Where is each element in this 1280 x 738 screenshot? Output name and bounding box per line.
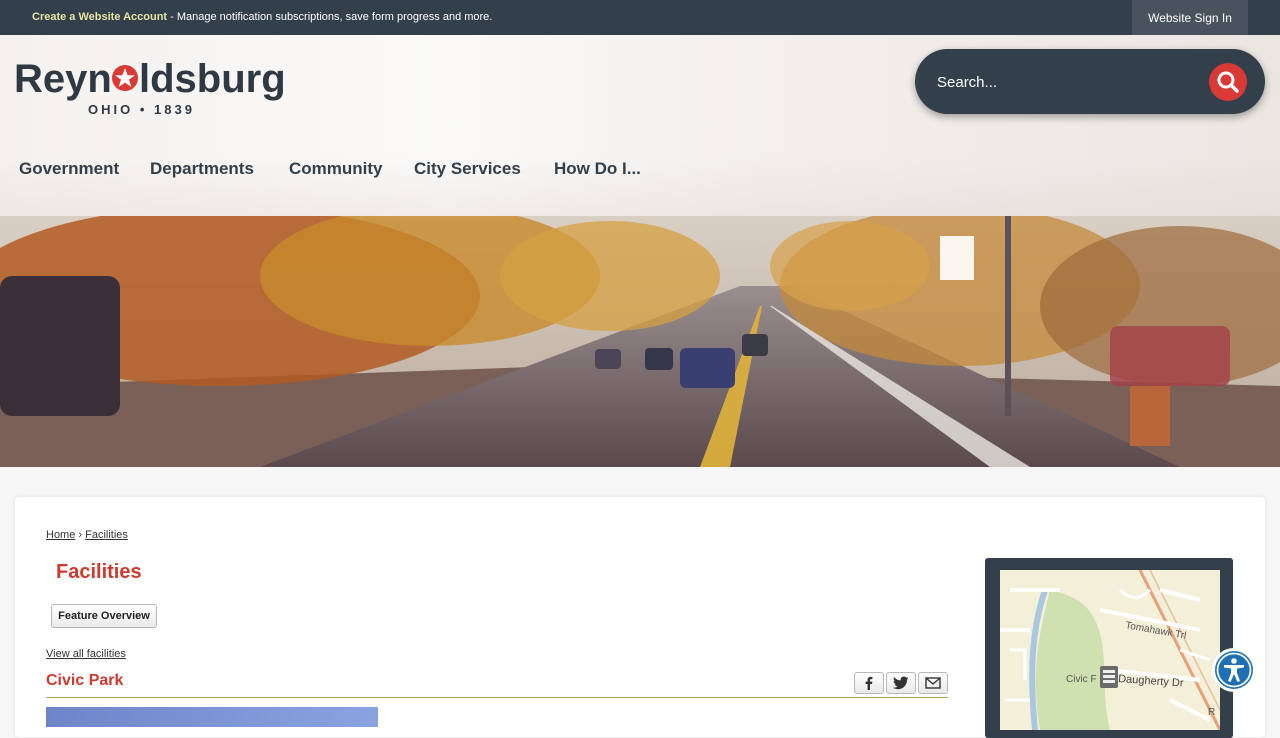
- top-utility-bar: Create a Website Account - Manage notifi…: [0, 0, 1280, 35]
- accessibility-button[interactable]: [1212, 648, 1256, 692]
- account-message: Create a Website Account - Manage notifi…: [32, 11, 492, 23]
- nav-city-services[interactable]: City Services: [414, 159, 521, 179]
- logo-name-part1: Reyn: [14, 57, 112, 101]
- map-label-civic: Civic F: [1066, 674, 1097, 685]
- facility-map[interactable]: Tomahawk Trl Civic F Daugherty Dr R: [1000, 570, 1220, 730]
- search-icon: [1217, 71, 1239, 93]
- feature-overview-button[interactable]: Feature Overview: [51, 604, 157, 628]
- search-input[interactable]: [935, 65, 1189, 99]
- view-all-facilities-link[interactable]: View all facilities: [46, 648, 126, 660]
- facility-name: Civic Park: [46, 672, 124, 689]
- accessibility-icon: [1213, 649, 1255, 691]
- map-marker-icon[interactable]: [1100, 666, 1118, 688]
- site-logo[interactable]: Reyn ldsburg OHIO • 1839: [14, 56, 286, 118]
- title-divider: [46, 697, 948, 698]
- map-label-r: R: [1208, 707, 1215, 718]
- website-sign-in-button[interactable]: Website Sign In: [1132, 0, 1248, 35]
- nav-how-do-i[interactable]: How Do I...: [554, 159, 641, 179]
- nav-government[interactable]: Government: [19, 159, 119, 179]
- email-icon: [925, 677, 941, 689]
- breadcrumb-separator: ›: [75, 529, 86, 541]
- breadcrumb: Home › Facilities: [46, 529, 128, 541]
- logo-tagline: OHIO • 1839: [88, 102, 195, 117]
- create-account-link[interactable]: Create a Website Account: [32, 11, 167, 23]
- logo-name-part2: ldsburg: [139, 57, 286, 101]
- site-search: [915, 49, 1265, 114]
- page-title: Facilities: [56, 561, 142, 583]
- nav-community[interactable]: Community: [289, 159, 383, 179]
- facility-image: [46, 707, 378, 727]
- banner-image: [0, 216, 1280, 467]
- account-message-text: - Manage notification subscriptions, sav…: [167, 11, 493, 23]
- search-button[interactable]: [1209, 63, 1247, 101]
- breadcrumb-home[interactable]: Home: [46, 529, 75, 541]
- twitter-share-button[interactable]: [886, 672, 916, 694]
- facebook-icon: [865, 676, 873, 690]
- nav-departments[interactable]: Departments: [150, 159, 254, 179]
- twitter-icon: [893, 676, 909, 690]
- email-share-button[interactable]: [918, 672, 948, 694]
- breadcrumb-facilities[interactable]: Facilities: [85, 529, 128, 541]
- facebook-share-button[interactable]: [854, 672, 884, 694]
